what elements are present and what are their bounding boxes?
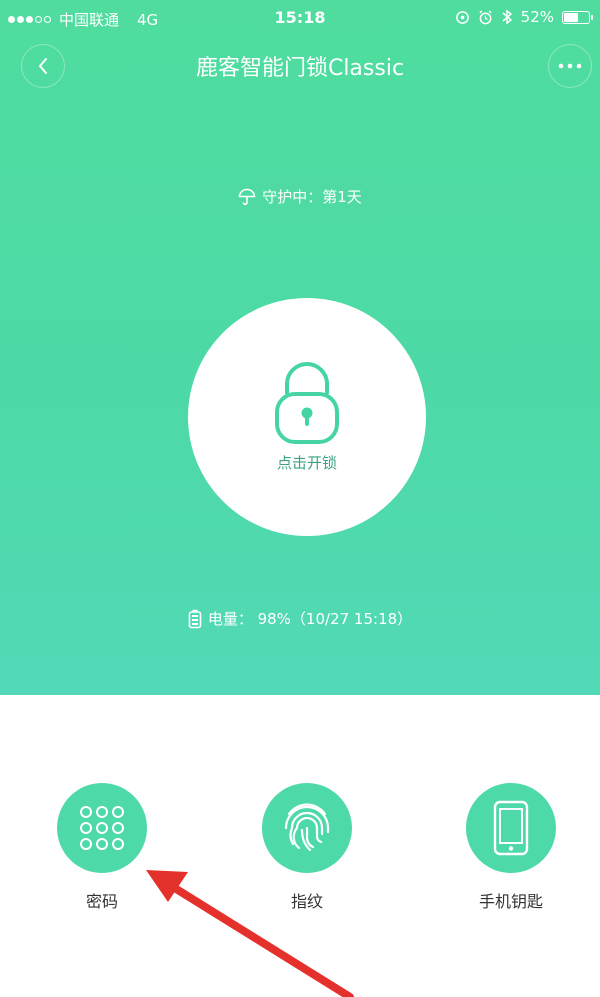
phone-key-method-button[interactable]: 手机钥匙 (451, 783, 571, 912)
page-title: 鹿客智能门锁Classic (195, 56, 405, 81)
umbrella-icon (238, 188, 256, 205)
fingerprint-label: 指纹 (290, 892, 323, 911)
status-right: 52% (455, 8, 593, 26)
more-button[interactable] (548, 44, 592, 88)
alarm-icon (479, 9, 492, 24)
phone-key-label: 手机钥匙 (478, 892, 543, 911)
orientation-lock-icon (455, 10, 469, 24)
fingerprint-method-button[interactable]: 指纹 (247, 783, 367, 912)
more-dots-icon (558, 63, 582, 69)
guard-text: 守护中：第1天 (262, 188, 362, 206)
keypad-icon (80, 806, 124, 850)
battery-percent: 52% (520, 8, 554, 26)
battery-icon (188, 609, 202, 628)
padlock-icon (275, 362, 339, 444)
battery-text: 电量： 98%（10/27 15:18） (207, 610, 413, 628)
guard-status: 守护中：第1天 (0, 186, 600, 207)
hero-panel: 中国联通 4G 15:18 52% 鹿客智能门锁Classic 守护中：第1天 … (0, 0, 600, 695)
password-circle[interactable] (57, 783, 147, 873)
password-label: 密码 (85, 892, 118, 911)
fingerprint-circle[interactable] (262, 783, 352, 873)
phone-key-circle[interactable] (466, 783, 556, 873)
status-bar: 中国联通 4G 15:18 52% (0, 0, 600, 36)
unlock-button[interactable]: 点击开锁 (188, 298, 426, 536)
bluetooth-icon (502, 9, 512, 25)
fingerprint-icon (284, 803, 330, 852)
unlock-label: 点击开锁 (276, 454, 337, 472)
status-battery-icon (562, 10, 593, 24)
password-method-button[interactable]: 密码 (42, 783, 162, 912)
phone-icon (493, 800, 529, 856)
battery-info: 电量： 98%（10/27 15:18） (0, 608, 600, 629)
